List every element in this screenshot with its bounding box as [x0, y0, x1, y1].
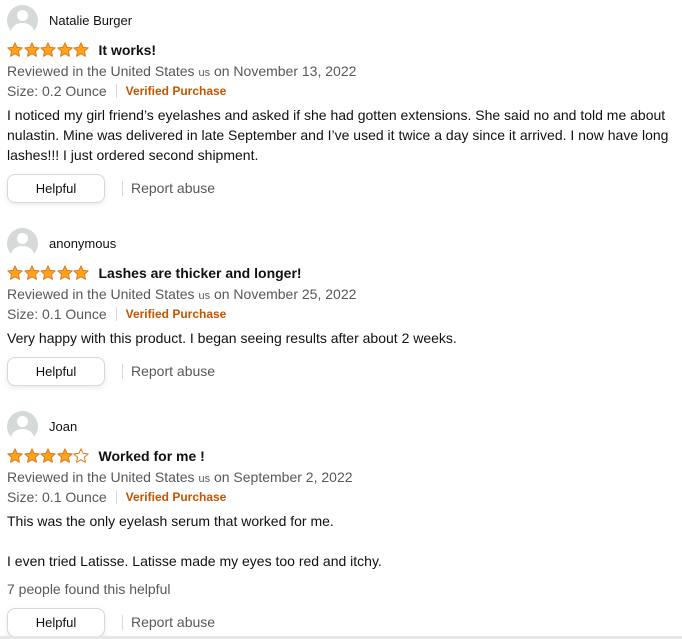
product-size[interactable]: Size: 0.1 Ounce — [7, 306, 107, 322]
helpful-count: 7 people found this helpful — [7, 581, 171, 597]
helpful-button[interactable]: Helpful — [7, 356, 105, 386]
report-abuse-link[interactable]: Report abuse — [131, 614, 215, 630]
review-location: Reviewed in the United States — [7, 286, 195, 302]
review-body: This was the only eyelash serum that wor… — [7, 511, 679, 571]
reviewer-profile[interactable]: anonymous — [7, 227, 116, 259]
report-abuse-link[interactable]: Report abuse — [131, 180, 215, 196]
filled-star-icon — [40, 265, 56, 280]
filled-star-icon — [23, 265, 40, 280]
review-date: on September 2, 2022 — [213, 469, 353, 485]
review-date: on November 13, 2022 — [213, 63, 357, 79]
filled-star-icon — [56, 448, 73, 463]
review-location: Reviewed in the United States — [7, 469, 195, 485]
review-date-line: Reviewed in the United States us on Nove… — [7, 63, 356, 79]
review-date: on November 25, 2022 — [213, 286, 357, 302]
review-title[interactable]: It works! — [99, 42, 157, 58]
review-paragraph: Very happy with this product. I began se… — [7, 330, 457, 346]
country-code: us — [198, 473, 211, 485]
default-user-avatar-icon — [7, 227, 38, 259]
country-code: us — [198, 67, 211, 79]
report-abuse-link[interactable]: Report abuse — [131, 363, 215, 379]
product-size[interactable]: Size: 0.2 Ounce — [7, 83, 107, 99]
star-rating[interactable] — [7, 42, 90, 58]
review-date-line: Reviewed in the United States us on Sept… — [7, 469, 353, 485]
filled-star-icon — [7, 265, 23, 280]
filled-star-icon — [56, 265, 73, 280]
filled-star-icon — [56, 42, 73, 57]
filled-star-icon — [73, 265, 89, 280]
review-paragraph: I noticed my girl friend’s eyelashes and… — [7, 107, 669, 163]
review-date-line: Reviewed in the United States us on Nove… — [7, 286, 356, 302]
filled-star-icon — [40, 448, 56, 463]
divider — [115, 490, 117, 504]
empty-star-icon — [73, 448, 89, 463]
review-location: Reviewed in the United States — [7, 63, 195, 79]
verified-purchase-badge: Verified Purchase — [125, 490, 227, 504]
review-title[interactable]: Worked for me ! — [99, 448, 205, 464]
country-code: us — [198, 290, 211, 302]
filled-star-icon — [7, 448, 23, 463]
reviewer-profile[interactable]: Natalie Burger — [7, 4, 132, 36]
default-user-avatar-icon — [7, 410, 38, 442]
divider — [122, 180, 123, 196]
filled-star-icon — [40, 42, 56, 57]
helpful-button[interactable]: Helpful — [7, 173, 105, 203]
helpful-button[interactable]: Helpful — [7, 607, 105, 637]
review-paragraph: I even tried Latisse. Latisse made my ey… — [7, 553, 382, 569]
reviewer-name: Joan — [49, 418, 78, 434]
filled-star-icon — [73, 42, 89, 57]
reviewer-name: Natalie Burger — [49, 12, 133, 28]
filled-star-icon — [23, 448, 40, 463]
divider — [122, 614, 123, 630]
review-paragraph: This was the only eyelash serum that wor… — [7, 513, 334, 529]
default-user-avatar-icon — [7, 4, 38, 36]
reviewer-profile[interactable]: Joan — [7, 410, 77, 442]
divider — [122, 363, 123, 379]
review-body: Very happy with this product. I began se… — [7, 328, 679, 348]
filled-star-icon — [23, 42, 40, 57]
divider — [115, 84, 117, 98]
review-body: I noticed my girl friend’s eyelashes and… — [7, 105, 679, 165]
product-size[interactable]: Size: 0.1 Ounce — [7, 489, 107, 505]
filled-star-icon — [7, 42, 23, 57]
verified-purchase-badge: Verified Purchase — [125, 307, 227, 321]
verified-purchase-badge: Verified Purchase — [125, 84, 227, 98]
reviewer-name: anonymous — [49, 235, 117, 251]
star-rating[interactable] — [7, 265, 90, 281]
divider — [115, 307, 117, 321]
review-title[interactable]: Lashes are thicker and longer! — [99, 265, 302, 281]
star-rating[interactable] — [7, 448, 90, 464]
